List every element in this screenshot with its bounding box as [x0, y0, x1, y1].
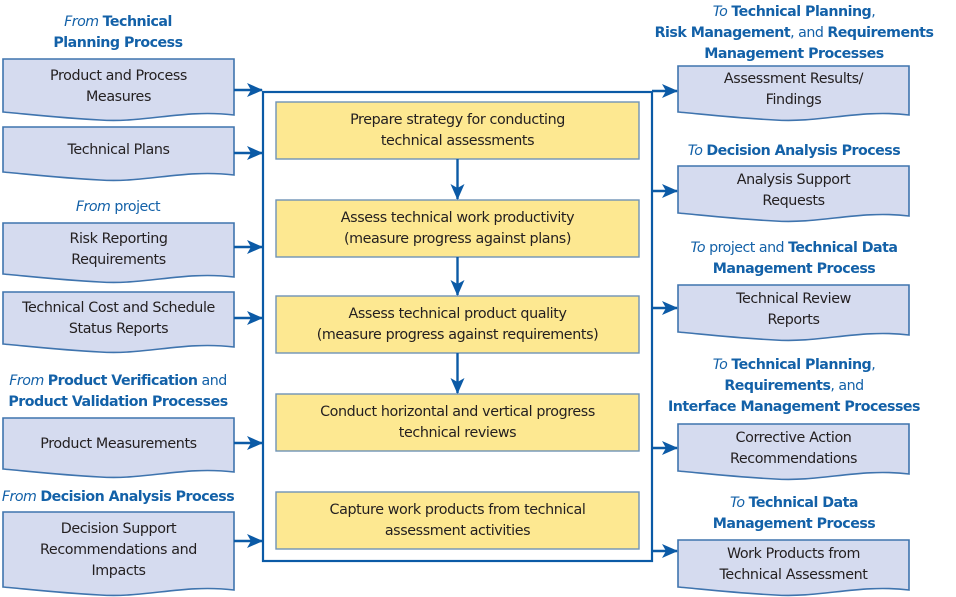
output-header-3-part: ,: [871, 357, 876, 373]
output-header-1: To Decision Analysis Process: [594, 141, 956, 162]
input-header-2-part: Product Verification: [47, 373, 198, 389]
output-header-3-part: Technical Planning: [731, 357, 872, 373]
input-header-3-part: Decision Analysis Process: [40, 489, 235, 505]
technical-assessment-process-diagram: From Technical Planning Process Product an…: [0, 0, 956, 597]
input-header-2-part: From: [9, 373, 48, 389]
output-header-0-part: Requirements: [827, 25, 934, 41]
output-header-0: To Technical Planning, Risk Management, a…: [594, 2, 956, 65]
output-document-2-label: Technical Review Reports: [736, 290, 851, 328]
output-header-3-part: Interface Management Processes: [668, 399, 921, 415]
output-header-4-part: Technical Data: [748, 495, 859, 511]
input-header-2-part: and: [197, 373, 228, 389]
input-document-1-0-label: Risk Reporting Requirements: [69, 230, 168, 268]
output-header-2-part: Management Process: [712, 261, 876, 277]
input-document-2-0-label: Product Measurements: [40, 436, 197, 452]
output-header-2-part: To: [690, 240, 710, 256]
input-header-3: From Decision Analysis Process: [0, 487, 318, 508]
process-step-1-label: Assess technical work productivity (meas…: [340, 209, 575, 247]
output-header-3-part: Requirements: [724, 378, 831, 394]
output-document-1-label: Analysis Support Requests: [736, 171, 851, 209]
output-header-0-part: Risk Management: [654, 25, 791, 41]
output-header-0-part: To: [712, 4, 732, 20]
input-header-0-part: From: [64, 14, 103, 30]
input-document-3-0-label: Decision Support Recommendations and Imp…: [40, 521, 197, 579]
input-header-3-part: From: [1, 489, 41, 505]
output-header-2: To project and Technical Data Management …: [594, 238, 956, 280]
output-document-4-label: Work Products from Technical Assessment: [719, 545, 868, 583]
output-header-0-part: ,: [871, 4, 876, 20]
input-header-0: From Technical Planning Process: [0, 12, 318, 54]
output-header-3-part: To: [712, 357, 732, 373]
output-header-4: To Technical Data Management Process: [594, 493, 956, 535]
input-header-0-part: Planning Process: [53, 35, 183, 51]
input-document-0-1-label: Technical Plans: [67, 142, 170, 158]
input-header-1-part: project: [114, 199, 161, 215]
output-header-0-part: Management Processes: [704, 46, 884, 62]
output-header-0-part: , and: [790, 25, 828, 41]
process-step-4-label: Capture work products from technical ass…: [329, 501, 586, 539]
output-header-4-part: To: [730, 495, 749, 511]
output-header-4-part: Management Process: [712, 516, 876, 532]
output-header-1-part: Decision Analysis Process: [706, 143, 901, 159]
input-document-1-1-label: Technical Cost and Schedule Status Repor…: [22, 300, 215, 337]
input-header-1: From project: [0, 197, 318, 218]
input-document-0-0-label: Product and Process Measures: [50, 67, 187, 105]
output-header-0-part: Technical Planning: [731, 4, 872, 20]
output-document-0-label: Assessment Results/ Findings: [723, 71, 864, 108]
input-header-1-part: From: [75, 199, 115, 215]
process-step-2-label: Assess technical product quality (measur…: [316, 305, 599, 343]
input-header-0-part: Technical: [102, 14, 173, 30]
input-header-2-part: Product Validation Processes: [8, 394, 228, 410]
output-header-3-part: , and: [830, 378, 864, 394]
process-step-0-label: Prepare strategy for conducting technica…: [350, 111, 565, 149]
output-header-3: To Technical Planning, Requirements, and I…: [594, 355, 956, 418]
output-document-3-label: Corrective Action Recommendations: [729, 429, 858, 467]
output-header-2-part: project and: [709, 240, 789, 256]
output-header-2-part: Technical Data: [788, 240, 898, 256]
process-step-3-label: Conduct horizontal and vertical progress…: [320, 403, 595, 441]
input-header-2: From Product Verification and Product Val…: [0, 371, 318, 413]
output-header-1-part: To: [687, 143, 707, 159]
